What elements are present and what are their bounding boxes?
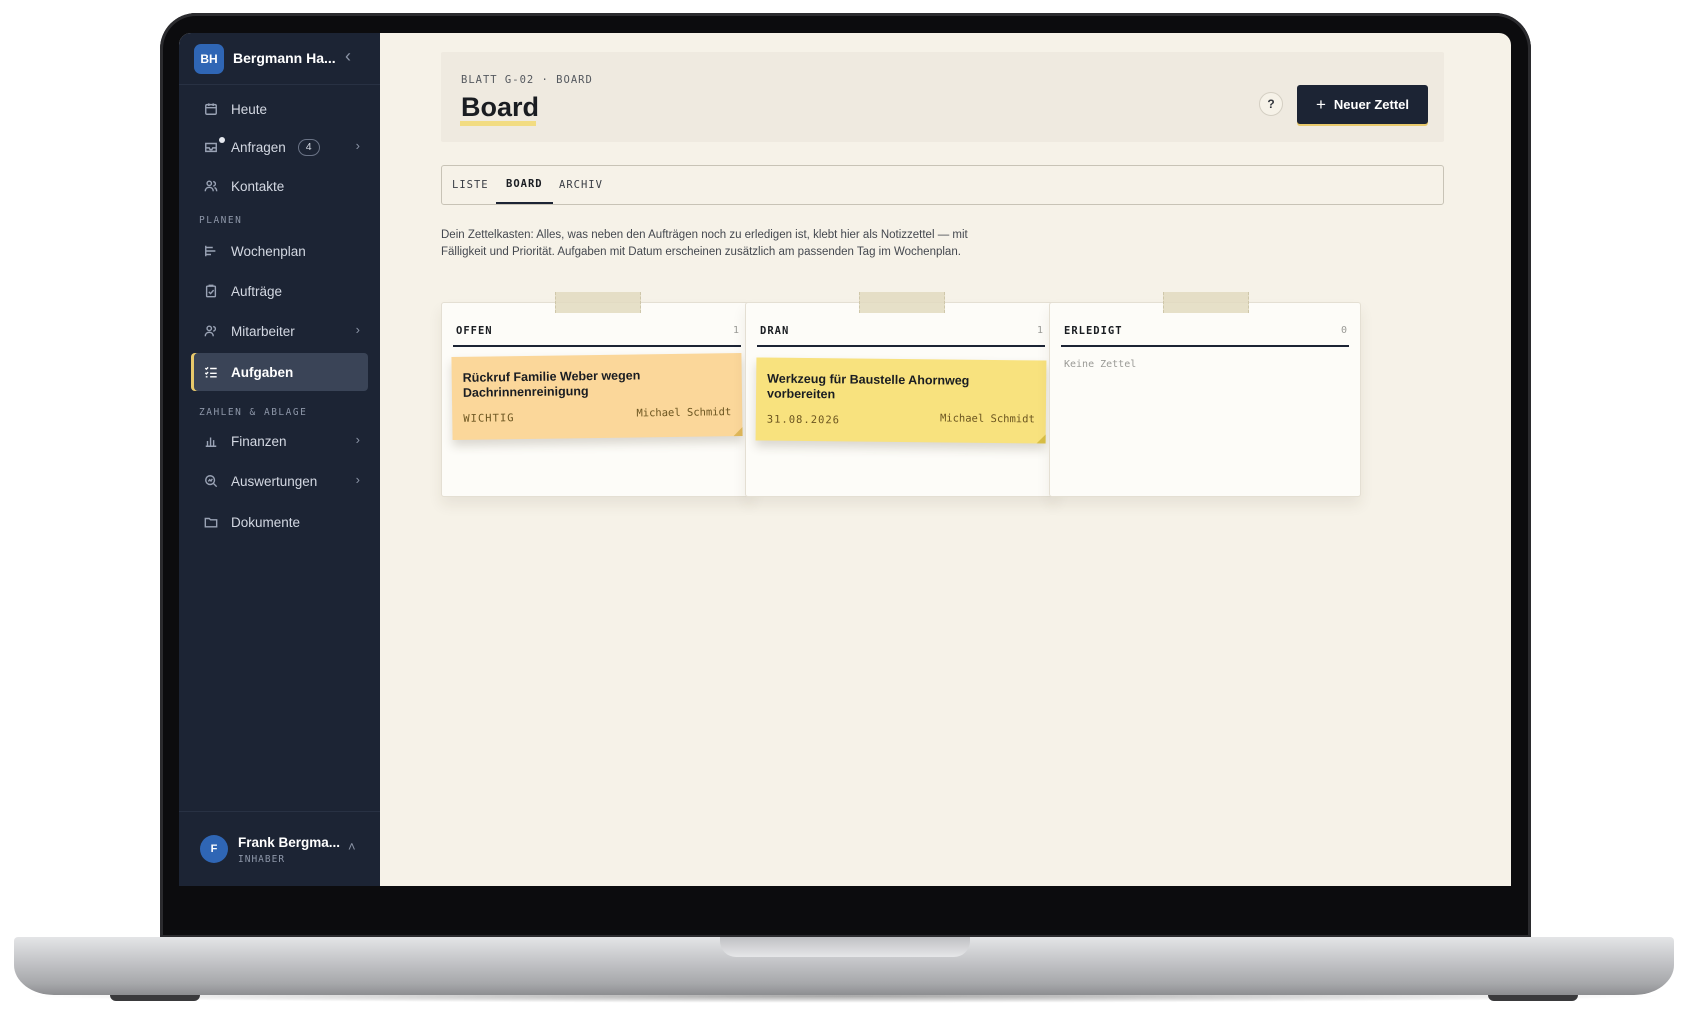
sidebar-item-dokumente[interactable]: Dokumente bbox=[191, 503, 368, 541]
count-badge: 4 bbox=[297, 138, 320, 156]
bar-chart-icon bbox=[203, 433, 219, 449]
help-button[interactable]: ? bbox=[1259, 92, 1283, 116]
new-note-label: Neuer Zettel bbox=[1333, 97, 1410, 112]
tab-archiv[interactable]: ARCHIV bbox=[559, 166, 603, 204]
sidebar-item-label: Kontakte bbox=[231, 178, 285, 194]
page-curl bbox=[1036, 434, 1046, 444]
laptop-notch bbox=[720, 937, 970, 957]
inbox-icon bbox=[203, 139, 219, 155]
sidebar-item-heute[interactable]: Heute bbox=[191, 90, 368, 128]
sidebar-item-mitarbeiter[interactable]: Mitarbeiter › bbox=[191, 312, 368, 350]
sidebar-item-kontakte[interactable]: Kontakte bbox=[191, 167, 368, 205]
view-tabs: LISTE BOARD ARCHIV bbox=[441, 165, 1444, 205]
sticky-note[interactable]: Werkzeug für Baustelle Ahornweg vorberei… bbox=[755, 357, 1047, 444]
chevron-right-icon: › bbox=[355, 322, 360, 337]
laptop-foot bbox=[1488, 995, 1578, 1001]
column-header: DRAN 1 bbox=[757, 325, 1045, 347]
users-icon bbox=[203, 178, 219, 194]
chevron-right-icon: › bbox=[355, 472, 360, 487]
page-header: BLATT G-02 · BOARD Board ? + Neuer Zette… bbox=[441, 52, 1444, 142]
tab-board[interactable]: BOARD bbox=[496, 166, 553, 204]
sidebar-item-label: Mitarbeiter bbox=[231, 323, 295, 339]
zoom-chart-icon bbox=[203, 473, 219, 489]
sidebar: BH Bergmann Ha... ‹ Heute Anfragen 4 › K… bbox=[179, 33, 380, 886]
org-avatar: BH bbox=[194, 44, 224, 74]
column-count: 0 bbox=[1340, 325, 1347, 336]
sidebar-item-wochenplan[interactable]: Wochenplan bbox=[191, 232, 368, 270]
team-icon bbox=[203, 323, 219, 339]
board-column-offen: OFFEN 1 Rückruf Familie Weber wegen Dach… bbox=[441, 292, 753, 497]
board-column-dran: DRAN 1 Werkzeug für Baustelle Ahornweg v… bbox=[745, 292, 1057, 497]
chevron-right-icon: › bbox=[355, 138, 360, 153]
page-title: Board bbox=[461, 92, 540, 122]
clipboard-check-icon bbox=[203, 283, 219, 299]
column-header: ERLEDIGT 0 bbox=[1061, 325, 1349, 347]
sidebar-item-label: Auswertungen bbox=[231, 473, 318, 489]
column-title: OFFEN bbox=[456, 325, 493, 337]
sidebar-item-auftraege[interactable]: Aufträge bbox=[191, 272, 368, 310]
chevron-up-icon: ˄ bbox=[348, 839, 356, 854]
page-curl bbox=[733, 426, 743, 437]
note-priority: WICHTIG bbox=[463, 412, 515, 425]
org-switcher[interactable]: BH Bergmann Ha... ‹ bbox=[179, 33, 380, 85]
unread-dot bbox=[219, 137, 225, 143]
folder-icon bbox=[203, 514, 219, 530]
section-label: ZAHLEN & ABLAGE bbox=[199, 407, 308, 418]
column-title: DRAN bbox=[760, 325, 790, 337]
user-role: INHABER bbox=[238, 854, 286, 865]
sidebar-item-aufgaben[interactable]: Aufgaben bbox=[191, 353, 368, 391]
plus-icon: + bbox=[1315, 94, 1326, 114]
note-title: Rückruf Familie Weber wegen Dachrinnenre… bbox=[462, 368, 641, 400]
tape-strip bbox=[859, 292, 945, 313]
sidebar-item-label: Aufgaben bbox=[231, 364, 294, 380]
sidebar-item-label: Dokumente bbox=[231, 514, 301, 530]
app-screen: BH Bergmann Ha... ‹ Heute Anfragen 4 › K… bbox=[179, 33, 1511, 886]
collapse-sidebar-icon[interactable]: ‹ bbox=[345, 46, 351, 67]
checklist-icon bbox=[203, 364, 219, 380]
laptop-foot bbox=[110, 995, 200, 1001]
column-header: OFFEN 1 bbox=[453, 325, 741, 347]
user-menu[interactable]: F Frank Bergma... INHABER ˄ bbox=[179, 811, 380, 886]
column-count: 1 bbox=[732, 325, 739, 336]
avatar: F bbox=[200, 835, 228, 863]
sidebar-item-label: Wochenplan bbox=[231, 243, 306, 259]
sidebar-item-label: Anfragen bbox=[231, 139, 286, 155]
chevron-right-icon: › bbox=[355, 432, 360, 447]
board-column-erledigt: ERLEDIGT 0 Keine Zettel bbox=[1049, 292, 1361, 497]
note-assignee: Michael Schmidt bbox=[636, 406, 732, 420]
sidebar-item-auswertungen[interactable]: Auswertungen › bbox=[191, 462, 368, 500]
column-title: ERLEDIGT bbox=[1064, 325, 1123, 337]
sidebar-item-finanzen[interactable]: Finanzen › bbox=[191, 422, 368, 460]
section-label: PLANEN bbox=[199, 215, 243, 226]
tape-strip bbox=[1163, 292, 1249, 313]
timeline-icon bbox=[203, 243, 219, 259]
note-due-date: 31.08.2026 bbox=[766, 413, 841, 427]
org-name: Bergmann Ha... bbox=[233, 50, 336, 66]
sidebar-item-anfragen[interactable]: Anfragen 4 › bbox=[191, 128, 368, 166]
column-count: 1 bbox=[1036, 325, 1043, 336]
sidebar-item-label: Aufträge bbox=[231, 283, 283, 299]
tape-strip bbox=[555, 292, 641, 313]
sidebar-item-label: Heute bbox=[231, 101, 268, 117]
note-title: Werkzeug für Baustelle Ahornweg vorberei… bbox=[766, 371, 970, 402]
empty-state: Keine Zettel bbox=[1064, 359, 1137, 370]
breadcrumb: BLATT G-02 · BOARD bbox=[461, 74, 593, 86]
tab-liste[interactable]: LISTE bbox=[452, 166, 489, 204]
note-assignee: Michael Schmidt bbox=[939, 412, 1035, 426]
new-note-button[interactable]: + Neuer Zettel bbox=[1297, 85, 1428, 124]
user-name: Frank Bergma... bbox=[238, 835, 341, 850]
intro-text: Dein Zettelkasten: Alles, was neben den … bbox=[441, 229, 968, 258]
sticky-note[interactable]: Rückruf Familie Weber wegen Dachrinnenre… bbox=[451, 352, 743, 441]
calendar-icon bbox=[203, 101, 219, 117]
sidebar-item-label: Finanzen bbox=[231, 433, 287, 449]
